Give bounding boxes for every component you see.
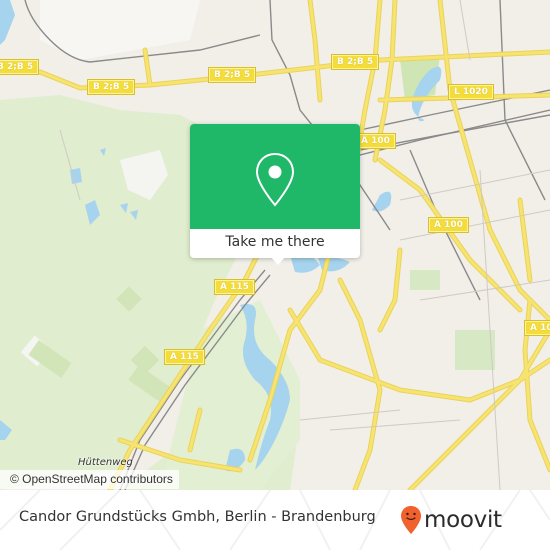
take-me-there-button[interactable]: Take me there [190,229,360,258]
map-widget: B 2;B 5 B 2;B 5 B 2;B 5 B 2;B 5 L 1020 A… [0,0,550,550]
road-label-b2b5: B 2;B 5 [0,59,40,75]
moovit-logo[interactable]: moovit [400,503,502,537]
road-label-l1020: L 1020 [448,84,494,100]
map-attribution[interactable]: © OpenStreetMap contributors [0,470,179,489]
take-me-there-popup[interactable]: Take me there [190,124,360,265]
road-label-b2b5: B 2;B 5 [207,67,257,83]
road-label-a100: A 10 [524,320,550,336]
moovit-smiley-pin-icon [401,506,421,534]
footer-bar: Candor Grundstücks Gmbh, Berlin - Brande… [0,490,550,550]
popup-header[interactable] [190,124,360,229]
map-view[interactable]: B 2;B 5 B 2;B 5 B 2;B 5 B 2;B 5 L 1020 A… [0,0,550,490]
location-pin-icon [255,152,295,207]
road-label-a100: A 100 [355,133,396,149]
road-label-a115: A 115 [164,349,205,365]
road-label-b2b5: B 2;B 5 [86,79,136,95]
popup-pointer [270,256,286,265]
moovit-wordmark: moovit [424,507,502,533]
road-label-a100: A 100 [428,217,469,233]
place-label-huttenweg: Hüttenweg [78,457,133,468]
road-label-b2b5: B 2;B 5 [330,54,380,70]
road-label-a115: A 115 [214,279,255,295]
place-title: Candor Grundstücks Gmbh, Berlin - Brande… [19,509,376,525]
